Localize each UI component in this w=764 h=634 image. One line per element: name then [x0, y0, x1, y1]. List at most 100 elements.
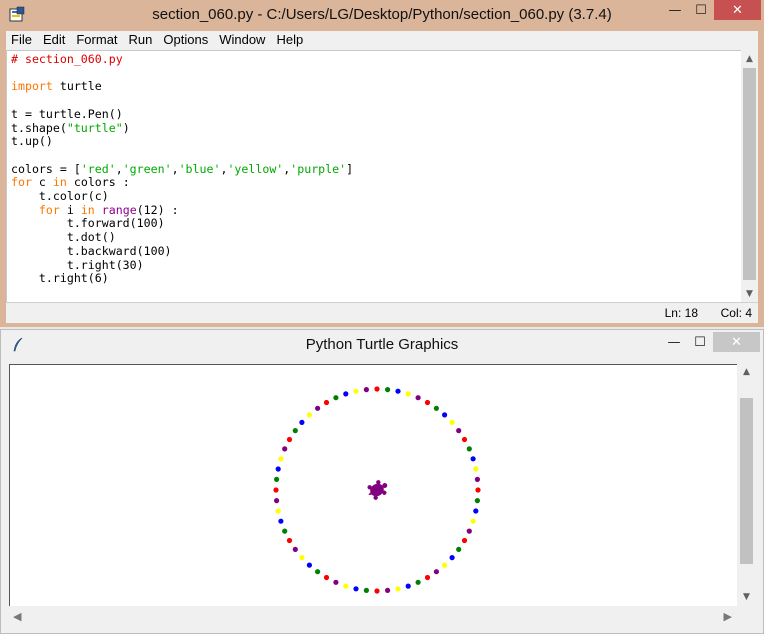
idle-title-bar[interactable]: section_060.py - C:/Users/LG/Desktop/Pyt… — [0, 0, 764, 32]
code-token: t = turtle.Pen() — [11, 106, 123, 121]
menu-format[interactable]: Format — [71, 31, 123, 50]
close-button[interactable]: ✕ — [713, 332, 760, 352]
status-line: Ln: 18 — [664, 306, 698, 320]
code-token: 'green' — [122, 161, 172, 176]
dot-red — [273, 487, 279, 493]
close-button[interactable]: ✕ — [714, 0, 761, 20]
code-line[interactable]: t.up() — [11, 134, 353, 149]
scrollbar-thumb[interactable] — [743, 68, 756, 280]
dot-yellow — [353, 388, 359, 394]
dot-purple — [363, 387, 369, 393]
dot-red — [424, 399, 431, 406]
scrollbar-thumb[interactable] — [740, 398, 753, 564]
code-token: ] — [346, 161, 354, 176]
window-title: section_060.py - C:/Users/LG/Desktop/Pyt… — [152, 6, 612, 23]
dot-yellow — [299, 555, 305, 561]
dot-green — [466, 446, 472, 452]
code-token: , — [115, 161, 123, 176]
dot-blue — [442, 412, 448, 418]
code-line[interactable]: import turtle — [11, 80, 353, 94]
code-line[interactable]: t = turtle.Pen() — [11, 106, 353, 122]
scroll-left-arrow-icon[interactable]: ◀ — [13, 610, 21, 623]
dot-green — [474, 498, 480, 504]
code-token: colors : — [66, 175, 130, 190]
minimize-button[interactable]: — — [661, 332, 687, 352]
status-column: Col: 4 — [720, 306, 752, 320]
menu-options[interactable]: Options — [158, 31, 214, 50]
code-line[interactable]: t.forward(100) — [11, 217, 353, 231]
dot-blue — [278, 518, 284, 524]
dot-purple — [333, 579, 339, 585]
dot-purple — [415, 395, 421, 401]
scroll-up-arrow-icon[interactable]: ▲ — [738, 367, 755, 377]
dot-blue — [299, 419, 305, 425]
code-token: 'red' — [80, 161, 116, 176]
code-line[interactable]: t.shape("turtle") — [11, 120, 353, 136]
menu-window[interactable]: Window — [214, 31, 271, 50]
dot-blue — [473, 508, 479, 514]
dot-purple — [315, 405, 321, 411]
dot-purple — [274, 498, 280, 504]
dot-green — [292, 428, 298, 434]
dot-yellow — [306, 412, 312, 418]
code-line[interactable]: t.color(c) — [11, 189, 353, 204]
code-text[interactable]: # section_060.py import turtle t = turtl… — [11, 52, 354, 286]
code-line[interactable]: t.right(6) — [11, 271, 353, 286]
code-token: (12) : — [136, 202, 179, 217]
maximize-button[interactable]: ☐ — [687, 332, 713, 352]
dot-yellow — [343, 583, 349, 589]
maximize-button[interactable]: ☐ — [688, 0, 714, 20]
scroll-up-arrow-icon[interactable]: ▲ — [741, 54, 758, 64]
editor-scrollbar[interactable]: ▲ ▼ — [741, 50, 758, 302]
dot-green — [315, 569, 321, 575]
dot-yellow — [405, 391, 411, 397]
code-token: in — [52, 175, 67, 190]
turtle-title-bar[interactable]: Python Turtle Graphics — ☐ ✕ — [1, 330, 763, 362]
code-line[interactable]: # section_060.py — [11, 52, 353, 67]
code-editor[interactable]: # section_060.py import turtle t = turtl… — [6, 50, 743, 304]
minimize-button[interactable]: — — [662, 0, 688, 20]
dot-yellow — [449, 419, 455, 425]
menu-run[interactable]: Run — [124, 31, 159, 50]
dot-red — [323, 399, 330, 406]
code-token: 'blue' — [178, 161, 221, 176]
code-token: t.right(6) — [11, 271, 109, 286]
code-line[interactable] — [11, 94, 353, 108]
code-line[interactable] — [11, 149, 353, 163]
code-line[interactable] — [11, 67, 353, 81]
dot-red — [286, 436, 293, 443]
dot-green — [433, 405, 439, 411]
canvas-vertical-scrollbar[interactable]: ▲ ▼ — [738, 364, 755, 605]
code-token: t.forward(100) — [11, 216, 165, 231]
code-token: t.backward(100) — [11, 243, 172, 258]
canvas-horizontal-scrollbar[interactable]: ◀ ▶ — [9, 607, 736, 627]
menu-help[interactable]: Help — [271, 31, 309, 50]
code-line[interactable]: for i in range(12) : — [11, 202, 353, 218]
code-line[interactable]: t.backward(100) — [11, 243, 353, 259]
dot-red — [475, 487, 481, 493]
dot-blue — [306, 562, 312, 568]
dot-purple — [466, 528, 472, 534]
code-token: "turtle" — [66, 120, 123, 135]
code-line[interactable]: colors = ['red','green','blue','yellow',… — [11, 161, 354, 177]
code-token: t.up() — [11, 134, 53, 149]
dot-blue — [275, 466, 281, 472]
menu-edit[interactable]: Edit — [38, 31, 71, 50]
scroll-down-arrow-icon[interactable]: ▼ — [741, 289, 758, 299]
code-line[interactable]: t.right(30) — [11, 258, 353, 273]
code-line[interactable]: for c in colors : — [11, 175, 353, 190]
menu-file[interactable]: File — [6, 31, 38, 50]
code-token: import — [11, 79, 53, 94]
turtle-canvas[interactable] — [9, 364, 737, 606]
code-token: t.dot() — [11, 230, 116, 245]
dot-yellow — [395, 586, 401, 592]
code-line[interactable]: t.dot() — [11, 230, 353, 245]
dot-blue — [395, 388, 401, 394]
idle-editor-window: section_060.py - C:/Users/LG/Desktop/Pyt… — [0, 0, 764, 327]
code-token: t.color(c) — [11, 189, 109, 204]
code-token: for — [11, 175, 32, 190]
scroll-right-arrow-icon[interactable]: ▶ — [724, 610, 732, 623]
code-token: in — [80, 202, 95, 217]
scroll-down-arrow-icon[interactable]: ▼ — [738, 592, 755, 602]
